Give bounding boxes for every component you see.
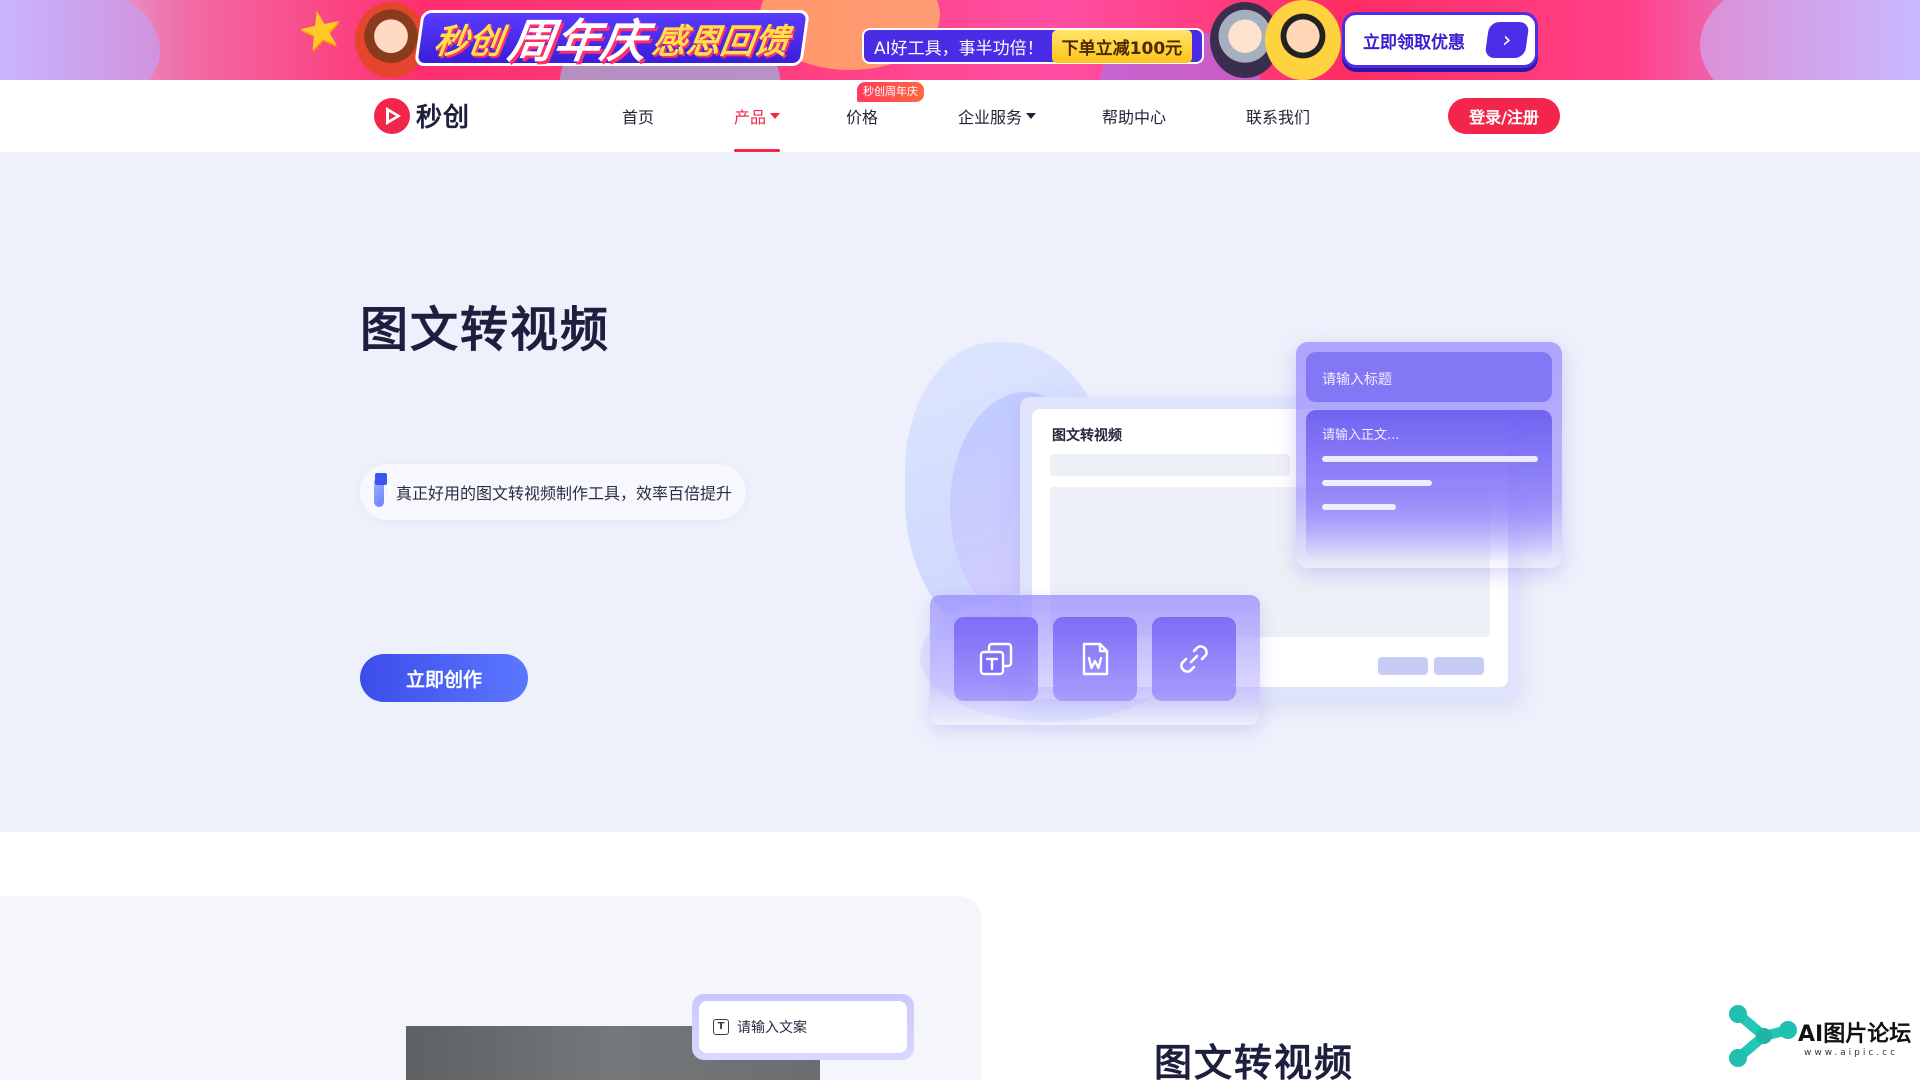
copy-input-placeholder: 请输入文案 (737, 1020, 807, 1036)
word-document-icon (1053, 617, 1137, 701)
copy-input-field: T 请输入文案 (699, 1001, 907, 1053)
body-input-card: 请输入正文... (1306, 410, 1552, 560)
watermark-url: www.aipic.cc (1804, 1048, 1899, 1058)
feature-section: T 请输入文案 图文转视频 (0, 832, 1920, 1080)
banner-decoration (1700, 0, 1920, 80)
nav-item-enterprise[interactable]: 企业服务 (958, 80, 1037, 152)
hero-title: 图文转视频 (360, 302, 611, 358)
placeholder-button (1378, 657, 1428, 675)
placeholder-line (1050, 454, 1290, 476)
upload-icon (374, 473, 396, 507)
nav-item-label: 产品 (734, 108, 767, 127)
hero-section: 图文转视频 真正好用的图文转视频制作工具，效率百倍提升 立即创作 图文转视频 请… (0, 152, 1920, 832)
nav-item-help[interactable]: 帮助中心 (1102, 80, 1166, 152)
copy-input-card: T 请输入文案 (692, 994, 914, 1060)
text-line (1322, 504, 1396, 510)
promo-title-part2: 周年庆 (504, 14, 651, 68)
mascot-image (355, 2, 427, 78)
nav-item-label: 联系我们 (1246, 108, 1311, 127)
promo-title: 秒创 周年庆 感恩回馈 (414, 10, 810, 68)
banner-decoration (0, 0, 160, 80)
body-placeholder: 请输入正文... (1322, 428, 1400, 443)
create-now-button[interactable]: 立即创作 (360, 654, 528, 702)
top-nav: 秒创 首页 产品 价格 秒创周年庆 企业服务 帮助中心 联系我们 登录/注册 (0, 80, 1920, 152)
mascot-image (1265, 0, 1341, 80)
link-icon (1152, 617, 1236, 701)
claim-offer-button[interactable]: 立即领取优惠 › (1342, 12, 1538, 68)
watermark-text: AI图片论坛 (1798, 1022, 1912, 1047)
text-copy-icon (954, 617, 1038, 701)
logo[interactable]: 秒创 (374, 97, 470, 134)
watermark: AI图片论坛 www.aipic.cc (1718, 996, 1914, 1080)
editor-window-title: 图文转视频 (1052, 428, 1122, 444)
hero-tagline-pill: 真正好用的图文转视频制作工具，效率百倍提升 (360, 464, 746, 520)
text-line (1322, 456, 1538, 462)
title-input-card: 请输入标题 (1306, 352, 1552, 402)
claim-offer-label: 立即领取优惠 (1363, 32, 1465, 53)
promo-banner[interactable]: ★ 秒创 周年庆 感恩回馈 AI好工具，事半功倍！ 下单立减100元 立即领取优… (0, 0, 1920, 80)
logo-play-icon (374, 97, 410, 134)
chevron-right-icon: › (1484, 22, 1530, 58)
logo-text: 秒创 (416, 103, 471, 133)
promo-subtitle-box: AI好工具，事半功倍！ 下单立减100元 (862, 28, 1205, 64)
title-placeholder: 请输入标题 (1322, 372, 1392, 388)
promo-title-part1: 秒创 (431, 21, 506, 62)
feature-title: 图文转视频 (1154, 1041, 1355, 1080)
nav-item-label: 价格 (846, 108, 879, 127)
nav-item-home[interactable]: 首页 (622, 80, 654, 152)
source-type-tray (930, 595, 1260, 725)
caret-down-icon (770, 113, 781, 119)
watermark-logo-icon (1729, 1005, 1797, 1067)
login-register-button[interactable]: 登录/注册 (1448, 98, 1560, 134)
promo-offer: 下单立减100元 (1051, 29, 1193, 63)
hero-illustration: 图文转视频 请输入标题 请输入正文... (900, 342, 1562, 742)
nav-item-label: 企业服务 (958, 108, 1023, 127)
hero-tagline: 真正好用的图文转视频制作工具，效率百倍提升 (395, 484, 732, 503)
caret-down-icon (1026, 113, 1037, 119)
star-icon: ★ (291, 0, 351, 66)
promo-title-part3: 感恩回馈 (649, 21, 792, 62)
promo-subtitle: AI好工具，事半功倍！ (874, 38, 1044, 59)
nav-item-label: 帮助中心 (1102, 108, 1167, 127)
nav-item-products[interactable]: 产品 (734, 80, 781, 152)
nav-item-label: 首页 (622, 108, 655, 127)
text-line (1322, 480, 1432, 486)
text-icon: T (713, 1019, 729, 1035)
nav-item-contact[interactable]: 联系我们 (1246, 80, 1310, 152)
anniversary-badge: 秒创周年庆 (857, 82, 924, 102)
placeholder-button (1434, 657, 1484, 675)
text-input-cards: 请输入标题 请输入正文... (1296, 342, 1562, 568)
